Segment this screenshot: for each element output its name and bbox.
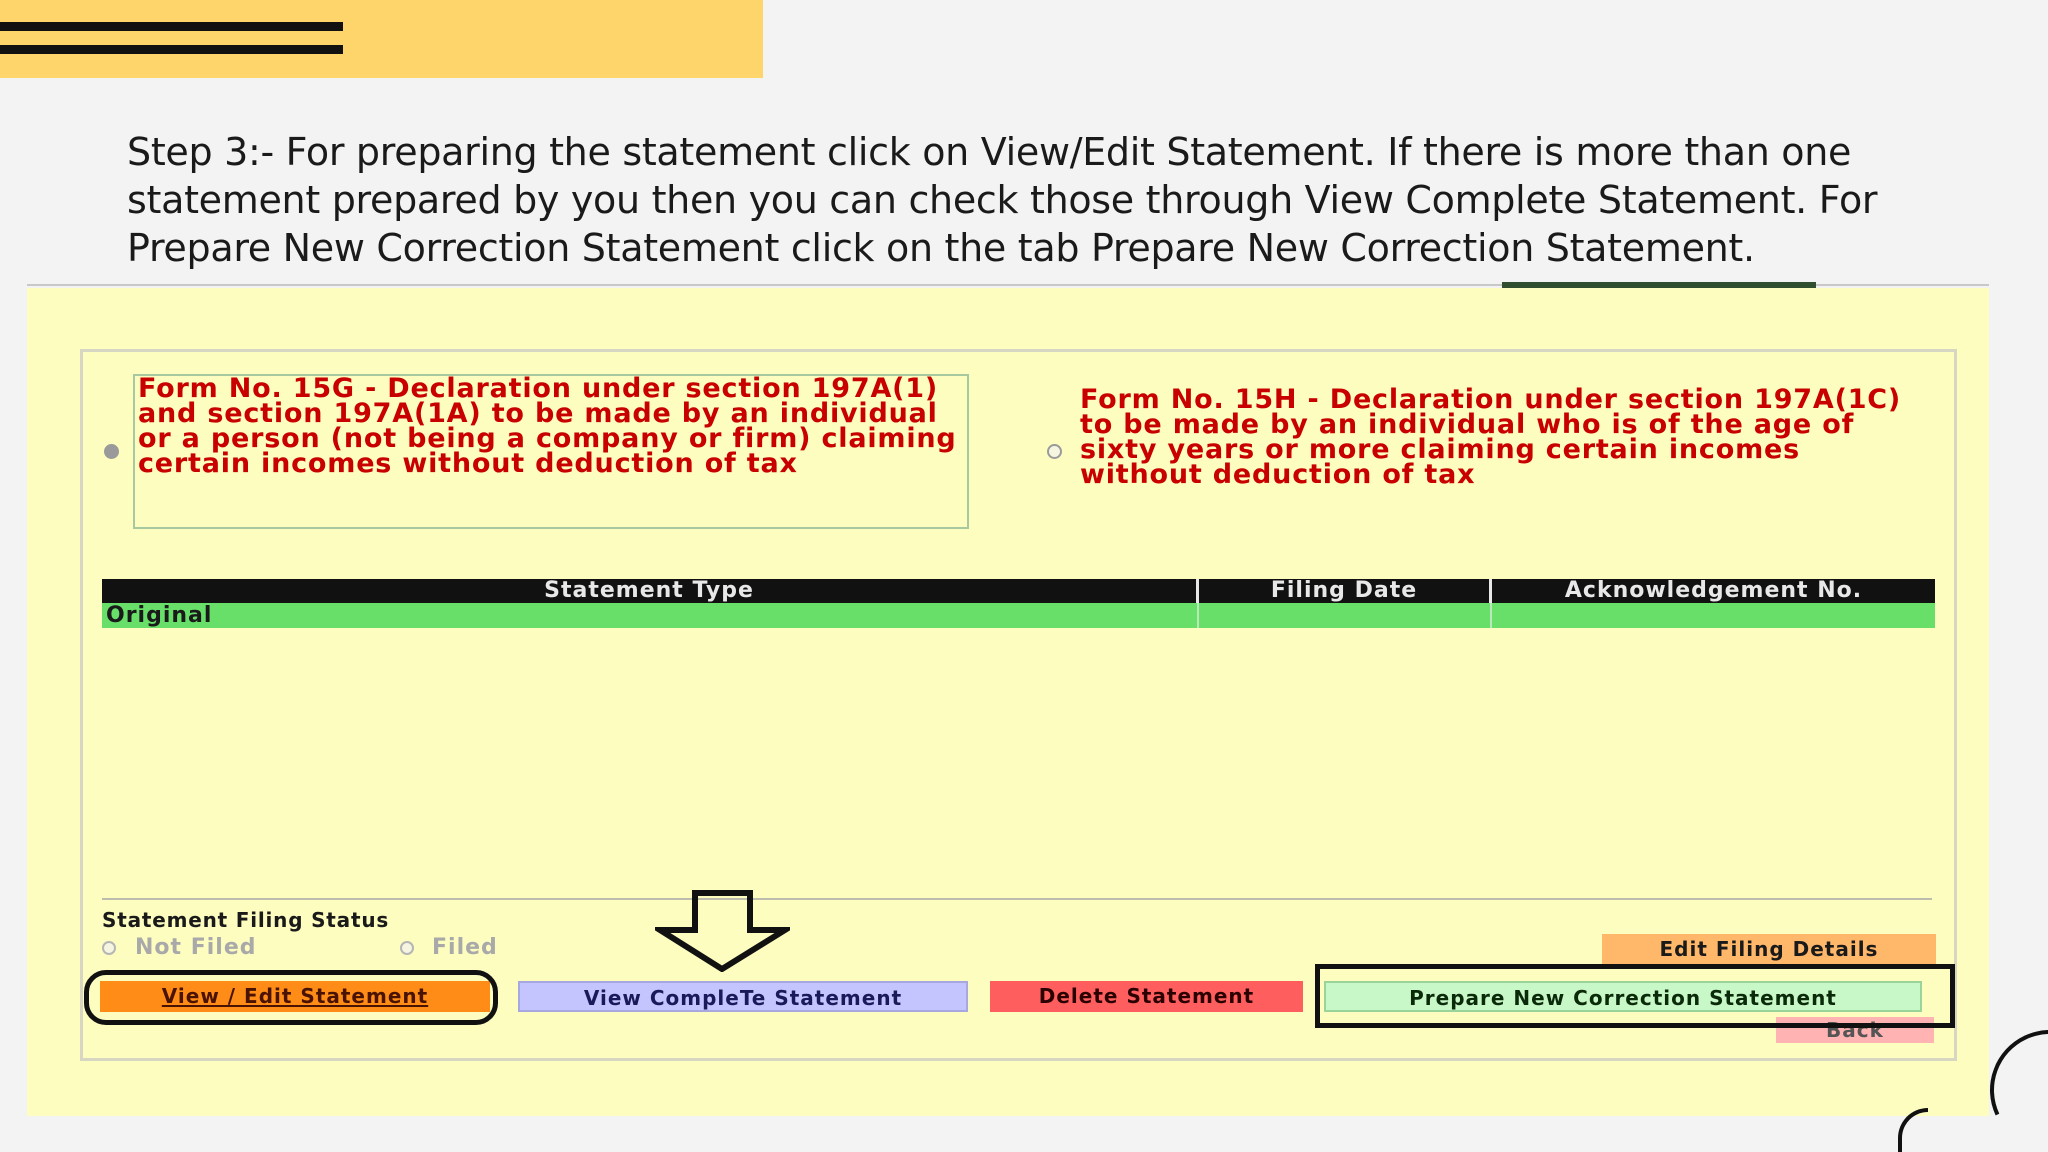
edit-filing-details-button[interactable]: Edit Filing Details	[1602, 934, 1936, 965]
hamburger-icon-line	[0, 45, 343, 54]
cell-ack-no	[1492, 603, 1935, 628]
instruction-text: Step 3:- For preparing the statement cli…	[127, 130, 1878, 270]
filed-label: Filed	[432, 935, 498, 960]
not-filed-label: Not Filed	[135, 935, 257, 960]
view-complete-statement-button[interactable]: View CompleTe Statement	[518, 981, 968, 1012]
column-header-statement-type: Statement Type	[102, 579, 1199, 603]
table-row[interactable]: Original	[102, 603, 1935, 628]
top-banner	[0, 0, 763, 78]
form-15h-option[interactable]: Form No. 15H - Declaration under section…	[1080, 387, 1930, 487]
form-15g-radio[interactable]	[104, 444, 119, 459]
highlight-box	[1315, 964, 1955, 1028]
column-header-filing-date: Filing Date	[1199, 579, 1492, 603]
statement-table-header: Statement Type Filing Date Acknowledgeme…	[102, 579, 1935, 603]
delete-statement-button[interactable]: Delete Statement	[990, 981, 1303, 1012]
filing-status-label: Statement Filing Status	[102, 908, 390, 932]
highlight-oval	[84, 970, 498, 1025]
hamburger-icon-line	[0, 22, 343, 31]
column-header-ack-no: Acknowledgement No.	[1564, 578, 1863, 603]
form-15g-option[interactable]: Form No. 15G - Declaration under section…	[133, 374, 969, 529]
cell-filing-date	[1199, 603, 1492, 628]
down-arrow-icon	[655, 890, 790, 972]
filed-radio[interactable]	[400, 941, 414, 955]
not-filed-radio[interactable]	[102, 941, 116, 955]
status-divider	[102, 898, 1932, 900]
cell-statement-type: Original	[102, 603, 1199, 628]
form-15h-radio[interactable]	[1047, 444, 1062, 459]
